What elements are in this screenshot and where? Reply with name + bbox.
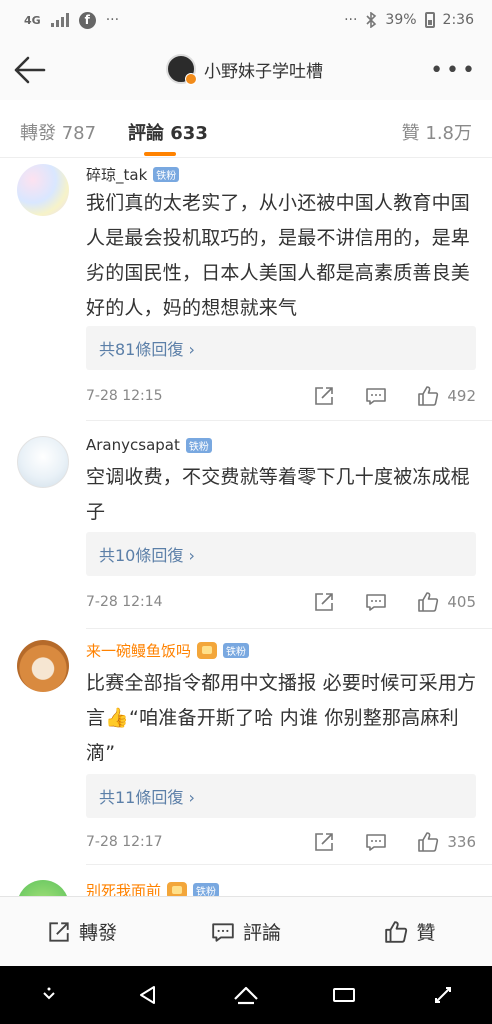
comment-icon[interactable] [365,831,387,853]
timestamp: 7-28 12:15 [86,388,163,404]
comment-text: 比赛全部指令都用中文播报 必要时候可采用方言👍“咱准备开斯了哈 内谁 你别整那高… [86,672,477,764]
like-icon[interactable] [417,591,439,613]
comment-meta: 7-28 12:15 492 [86,384,476,408]
like-icon[interactable] [417,831,439,853]
expand-icon[interactable] [423,975,463,1015]
tab-bar: 轉發 787 評論 633 贊 1.8万 [0,100,492,158]
bottom-action-bar: 轉發 評論 贊 [0,896,492,966]
system-nav-bar [0,966,492,1024]
share-icon[interactable] [313,591,335,613]
tab-repost[interactable]: 轉發 787 [20,119,96,145]
avatar[interactable] [166,54,197,85]
repost-label: 轉發 [78,922,117,944]
avatar[interactable] [17,640,69,692]
divider [86,628,492,629]
clock: 2:36 [442,12,474,28]
comment-meta: 7-28 12:14 405 [86,590,476,614]
nav-profile[interactable]: 小野妹子学吐槽 [166,54,323,85]
like-count: 405 [447,593,476,611]
home-icon[interactable] [226,975,266,1015]
battery-icon [424,12,435,28]
like-count: 336 [447,833,476,851]
network-type: 4G [24,13,41,27]
comment-icon[interactable] [365,591,387,613]
tab-comments[interactable]: 評論 633 [128,119,208,145]
comment-header: 来一碗鳗鱼饭吗 铁粉 [86,640,250,661]
repost-button[interactable]: 轉發 [0,897,164,966]
ellipsis-icon: ··· [105,12,120,28]
back-triangle-icon[interactable] [128,975,168,1015]
back-arrow-icon[interactable] [12,54,48,86]
replies-link[interactable]: 共11條回復 › [86,774,476,818]
replies-link[interactable]: 共81條回復 › [86,326,476,370]
timestamp: 7-28 12:17 [86,834,163,850]
recents-icon[interactable] [324,975,364,1015]
comment-text: 空调收费，不交费就等着零下几十度被冻成棍子 [86,466,471,523]
comment-icon[interactable] [365,385,387,407]
signal-icon [50,13,69,27]
nav-bar: 小野妹子学吐槽 ••• [0,40,492,100]
comment-button[interactable]: 評論 [164,897,328,966]
verified-icon [185,73,197,85]
ellipsis-icon: ··· [344,12,358,28]
username[interactable]: Aranycsapat [86,436,180,454]
status-bar: 4G f ··· ··· 39% 2:36 [0,0,492,40]
timestamp: 7-28 12:14 [86,594,163,610]
bluetooth-icon [366,12,377,28]
avatar[interactable] [17,436,69,488]
facebook-icon: f [78,11,96,29]
divider [86,864,492,865]
fan-badge: 铁粉 [223,643,250,658]
page-title: 小野妹子学吐槽 [204,61,323,82]
battery-level: 39% [385,12,417,28]
like-button[interactable]: 贊 [328,897,492,966]
like-icon [385,920,408,943]
share-icon[interactable] [313,831,335,853]
like-icon[interactable] [417,385,439,407]
username[interactable]: 来一碗鳗鱼饭吗 [86,640,191,661]
like-count: 492 [447,387,476,405]
comment-label: 評論 [242,922,281,944]
username[interactable]: 碎琼_tak [86,164,147,185]
comment-text: 我们真的太老实了，从小还被中国人教育中国人是最会投机取巧的，是最不讲信用的，是卑… [86,192,471,319]
share-icon [49,921,69,942]
tab-likes[interactable]: 贊 1.8万 [402,119,472,145]
replies-link[interactable]: 共10條回復 › [86,532,476,576]
fan-badge: 铁粉 [185,437,212,453]
fan-badge: 铁粉 [153,167,180,182]
divider [86,420,492,421]
more-dots-icon[interactable]: ••• [430,58,478,83]
like-label: 贊 [416,922,436,944]
comment-header: 碎琼_tak 铁粉 [86,164,180,185]
active-tab-indicator [144,152,176,156]
down-chevron-icon[interactable] [29,975,69,1015]
comment-header: Aranycsapat 铁粉 [86,436,212,454]
comment-icon [212,922,234,942]
share-icon[interactable] [313,385,335,407]
vip-crown-icon [197,642,218,659]
comment-meta: 7-28 12:17 336 [86,830,476,854]
avatar[interactable] [17,164,69,216]
